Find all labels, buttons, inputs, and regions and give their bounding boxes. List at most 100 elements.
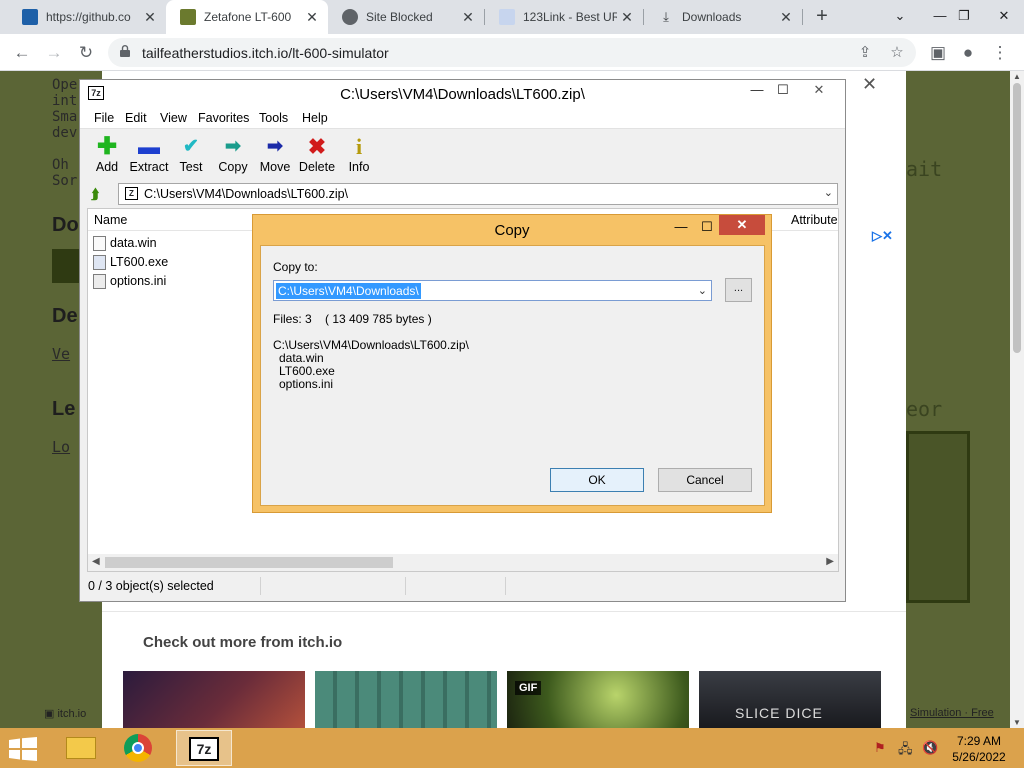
dialog-body: Copy to: C:\Users\VM4\Downloads\ ⌄ ... F… xyxy=(260,245,765,506)
chrome-icon[interactable] xyxy=(116,730,162,766)
menu-kebab-icon[interactable]: ⋮ xyxy=(988,41,1012,65)
minimize-button[interactable]: — xyxy=(667,217,695,237)
tool-label: Copy xyxy=(218,160,248,174)
bookmark-star-icon[interactable]: ☆ xyxy=(888,45,906,63)
back-button[interactable]: ← xyxy=(10,41,34,65)
footer-tags[interactable]: Simulation · Free xyxy=(910,707,994,719)
tab-zetafone[interactable]: Zetafone LT-600 ✕ xyxy=(166,0,328,34)
side-panel-icon[interactable]: ▣ xyxy=(926,41,950,65)
maximize-button[interactable]: ☐ xyxy=(766,80,800,100)
status-divider xyxy=(505,577,506,595)
ad-choices-icon[interactable]: ▷✕ xyxy=(872,228,893,244)
itch-footer-logo-icon[interactable]: ▣ itch.io xyxy=(44,707,86,720)
extract-button[interactable]: ▬ Extract xyxy=(126,134,172,174)
file-name: LT600.exe xyxy=(110,255,169,269)
address-bar[interactable]: tailfeatherstudios.itch.io/lt-600-simula… xyxy=(108,38,916,67)
close-tab-icon[interactable]: ✕ xyxy=(617,9,637,26)
ok-button[interactable]: OK xyxy=(550,468,644,492)
7zip-taskbar-button[interactable]: 7z xyxy=(176,730,232,766)
destination-combo[interactable]: C:\Users\VM4\Downloads\ ⌄ xyxy=(273,280,712,301)
menu-help[interactable]: Help xyxy=(302,111,328,125)
info-button[interactable]: i Info xyxy=(336,134,382,174)
forward-button[interactable]: → xyxy=(42,41,66,65)
chrome-logo-icon xyxy=(124,734,152,762)
network-icon[interactable]: 🖧 xyxy=(898,740,913,762)
page-background-text: ait xyxy=(906,157,943,181)
share-icon[interactable]: ⇪ xyxy=(856,45,874,63)
page-scrollbar[interactable]: ▲ ▼ xyxy=(1010,71,1024,728)
close-button[interactable]: ✕ xyxy=(719,215,765,235)
close-tab-icon[interactable]: ✕ xyxy=(458,9,478,26)
horizontal-scrollbar[interactable]: ◀ ▶ xyxy=(88,554,838,571)
file-explorer-icon[interactable] xyxy=(58,730,104,766)
tab-downloads[interactable]: ⤓ Downloads ✕ xyxy=(644,0,802,34)
windows-taskbar: 7z ⚑ 🖧 🔇 7:29 AM 5/26/2022 xyxy=(0,728,1024,768)
menu-view[interactable]: View xyxy=(160,111,187,125)
info-icon: i xyxy=(355,134,363,159)
game-thumbnail[interactable]: GIF xyxy=(507,671,689,728)
clock-time: 7:29 AM xyxy=(956,734,1002,748)
maximize-button[interactable]: ☐ xyxy=(693,217,721,237)
7zip-path-combo[interactable]: Z C:\Users\VM4\Downloads\LT600.zip\ ⌄ xyxy=(118,183,838,205)
volume-muted-icon[interactable]: 🔇 xyxy=(922,740,938,756)
tab-123link[interactable]: 123Link - Best UR ✕ xyxy=(485,0,643,34)
page-background-heading: De xyxy=(52,305,78,327)
game-thumbnail[interactable] xyxy=(315,671,497,728)
scrollbar-thumb[interactable] xyxy=(105,557,393,568)
ad-close-icon[interactable]: ✕ xyxy=(862,74,877,95)
close-button[interactable]: ✕ xyxy=(802,80,836,100)
column-name[interactable]: Name xyxy=(94,213,127,227)
file-row[interactable]: LT600.exe xyxy=(93,253,168,271)
folder-up-icon[interactable]: ⮭ xyxy=(91,186,99,203)
source-path: C:\Users\VM4\Downloads\LT600.zip\ xyxy=(273,338,469,352)
scroll-right-icon[interactable]: ▶ xyxy=(826,556,834,567)
chevron-down-icon[interactable]: ⌄ xyxy=(824,186,833,199)
add-button[interactable]: ✚ Add xyxy=(84,134,130,175)
file-row[interactable]: data.win xyxy=(93,234,157,252)
test-button[interactable]: ✔ Test xyxy=(168,134,214,174)
move-button[interactable]: ➡ Move xyxy=(252,134,298,174)
7zip-titlebar[interactable]: 7z C:\Users\VM4\Downloads\LT600.zip\ — ☐… xyxy=(80,80,845,107)
scroll-down-icon[interactable]: ▼ xyxy=(1013,718,1021,727)
close-tab-icon[interactable]: ✕ xyxy=(302,9,322,26)
tool-label: Add xyxy=(95,160,119,174)
copy-dialog: Copy — ☐ ✕ Copy to: C:\Users\VM4\Downloa… xyxy=(252,214,772,513)
file-name: data.win xyxy=(110,236,157,250)
file-row[interactable]: options.ini xyxy=(93,272,166,290)
action-center-flag-icon[interactable]: ⚑ xyxy=(874,740,886,756)
page-background-link[interactable]: Lo xyxy=(52,439,70,455)
scroll-left-icon[interactable]: ◀ xyxy=(92,556,100,567)
copy-button[interactable]: ➡ Copy xyxy=(210,134,256,174)
more-from-itch-section: Check out more from itch.io GIF SLICE DI… xyxy=(102,611,906,728)
profile-avatar-icon[interactable]: ● xyxy=(956,41,980,65)
system-clock[interactable]: 7:29 AM 5/26/2022 xyxy=(948,733,1010,765)
new-tab-button[interactable]: + xyxy=(810,5,834,29)
tab-separator xyxy=(802,9,803,25)
game-thumbnail[interactable]: SLICE DICE xyxy=(699,671,881,728)
menu-tools[interactable]: Tools xyxy=(259,111,288,125)
windows-start-icon[interactable] xyxy=(9,737,37,761)
reload-button[interactable]: ↻ xyxy=(74,41,98,65)
delete-button[interactable]: ✖ Delete xyxy=(294,134,340,174)
page-background-link[interactable]: Ve xyxy=(52,346,70,362)
column-attributes[interactable]: Attribute xyxy=(791,213,838,227)
gif-badge: GIF xyxy=(515,681,542,695)
chevron-down-icon[interactable]: ⌄ xyxy=(698,284,707,297)
section-title: Check out more from itch.io xyxy=(143,634,343,651)
cancel-button[interactable]: Cancel xyxy=(658,468,752,492)
tab-github[interactable]: https://github.co ✕ xyxy=(8,0,166,34)
page-download-button[interactable] xyxy=(52,249,82,283)
menu-favorites[interactable]: Favorites xyxy=(198,111,249,125)
close-window-button[interactable]: ✕ xyxy=(984,0,1024,34)
tab-site-blocked[interactable]: Site Blocked ✕ xyxy=(328,0,484,34)
close-tab-icon[interactable]: ✕ xyxy=(140,9,160,26)
menu-file[interactable]: File xyxy=(94,111,114,125)
scrollbar-thumb[interactable] xyxy=(1013,83,1021,353)
close-tab-icon[interactable]: ✕ xyxy=(776,9,796,26)
restore-button[interactable]: ❐ xyxy=(944,0,984,34)
scroll-up-icon[interactable]: ▲ xyxy=(1013,72,1021,81)
game-thumbnail[interactable] xyxy=(123,671,305,728)
menu-edit[interactable]: Edit xyxy=(125,111,147,125)
tab-search-chevron-icon[interactable]: ⌄ xyxy=(880,0,920,34)
browse-button[interactable]: ... xyxy=(725,278,752,302)
